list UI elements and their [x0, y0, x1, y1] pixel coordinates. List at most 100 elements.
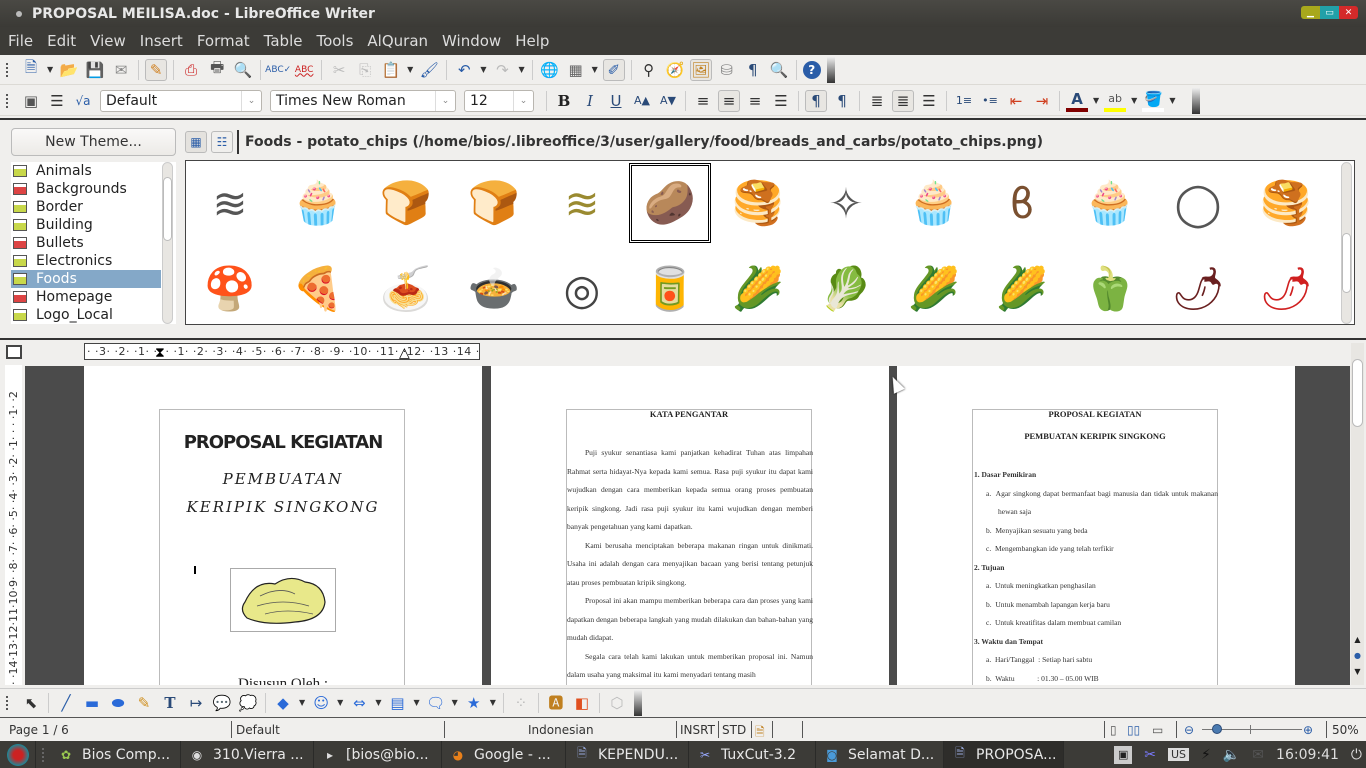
styles-formatting-icon[interactable]: ▣ — [20, 90, 42, 112]
align-center-icon[interactable]: ≡ — [718, 89, 740, 112]
theme-list-scrollbar[interactable] — [162, 162, 173, 324]
block-arrows-icon[interactable]: ⇔ — [348, 692, 370, 714]
taskbar-task[interactable]: ◙ Selamat D... — [816, 741, 944, 768]
stars-dropdown[interactable]: ▼ — [490, 698, 496, 707]
gallery-splitter[interactable] — [0, 334, 1366, 340]
navigation-button[interactable]: ● — [1352, 651, 1363, 663]
gallery-item-muffin-outline[interactable]: 🧁 — [1069, 163, 1151, 243]
page-style[interactable]: Default — [236, 723, 280, 737]
taskbar-task[interactable]: ▸ [bios@bio... — [314, 741, 442, 768]
icon-view-button[interactable]: ▦ — [185, 131, 207, 153]
formula-icon[interactable]: √a — [72, 90, 94, 112]
menu-help[interactable]: Help — [515, 32, 549, 50]
detailed-view-button[interactable]: ☷ — [211, 131, 233, 153]
power-icon[interactable]: ⚡ — [1201, 747, 1211, 763]
zoom-out-icon[interactable]: ⊖ — [1184, 723, 1194, 737]
vertical-ruler[interactable]: · ·14·13·12·11·10·9· ·8· ·7· ·6· ·5· ·4·… — [5, 365, 22, 685]
theme-item[interactable]: Logo_Local — [11, 306, 161, 324]
taskbar-task[interactable]: 🗎 KEPENDU... — [566, 741, 689, 768]
menu-insert[interactable]: Insert — [140, 32, 183, 50]
gallery-icon[interactable]: 🖼 — [689, 58, 712, 81]
menu-window[interactable]: Window — [442, 32, 501, 50]
freeform-icon[interactable]: ✎ — [133, 692, 155, 714]
taskbar-grip[interactable] — [42, 747, 50, 762]
dimension-icon[interactable]: ↦ — [185, 692, 207, 714]
gallery-item-chili-dark[interactable]: 🌶 — [1157, 249, 1239, 324]
decrease-font-icon[interactable]: A▼ — [657, 90, 679, 112]
block-arrows-dropdown[interactable]: ▼ — [375, 698, 381, 707]
paste-dropdown[interactable]: ▼ — [407, 65, 413, 74]
theme-item[interactable]: Backgrounds — [11, 180, 161, 198]
scrollbar-thumb[interactable] — [163, 177, 172, 241]
extrusion-icon[interactable]: ◧ — [571, 692, 593, 714]
flowchart-icon[interactable]: ▤ — [386, 692, 408, 714]
save-icon[interactable]: 💾 — [84, 59, 106, 81]
tuxcut-tray-icon[interactable]: ✂ — [1144, 747, 1156, 763]
maximize-button[interactable]: ▭ — [1320, 6, 1339, 19]
underline-button[interactable]: U — [605, 90, 627, 112]
redo-icon[interactable]: ↷ — [491, 59, 513, 81]
new-icon[interactable]: 🗎 — [20, 58, 42, 81]
undo-dropdown[interactable]: ▼ — [480, 65, 486, 74]
table-dropdown[interactable]: ▼ — [592, 65, 598, 74]
redo-dropdown[interactable]: ▼ — [518, 65, 524, 74]
zoom-level[interactable]: 50% — [1332, 723, 1359, 737]
hyperlink-icon[interactable]: 🌐 — [539, 59, 561, 81]
theme-item[interactable]: Bullets — [11, 234, 161, 252]
tab-stop-selector[interactable] — [6, 345, 22, 359]
gallery-item-spaghetti[interactable]: 🍝 — [365, 249, 447, 324]
email-icon[interactable]: ✉ — [110, 59, 132, 81]
gallery-item-shredded-cheese[interactable]: ≋ — [189, 163, 271, 243]
callouts-dropdown[interactable]: ▼ — [452, 698, 458, 707]
open-icon[interactable]: 📂 — [58, 59, 80, 81]
volume-icon[interactable]: 🔈 — [1223, 747, 1240, 763]
font-color-dropdown[interactable]: ▼ — [1093, 96, 1099, 105]
theme-item-selected[interactable]: Foods — [11, 270, 161, 288]
zoom-in-icon[interactable]: ⊕ — [1303, 723, 1313, 737]
menu-table[interactable]: Table — [264, 32, 303, 50]
gallery-item-hash-browns[interactable]: ≋ — [541, 163, 623, 243]
data-sources-icon[interactable]: ⛁ — [716, 59, 738, 81]
gallery-item-corn-yellow[interactable]: 🌽 — [893, 249, 975, 324]
theme-item[interactable]: Animals — [11, 162, 161, 180]
align-left-icon[interactable]: ≡ — [692, 90, 714, 112]
chevron-down-icon[interactable]: ⌄ — [435, 90, 455, 111]
gallery-item-cabbage[interactable]: 🥬 — [805, 249, 887, 324]
export-pdf-icon[interactable]: ⎙ — [180, 59, 202, 81]
font-name-select[interactable]: Times New Roman ⌄ — [270, 89, 456, 112]
horizontal-ruler[interactable]: · ·3· ·2· ·1· · · ·1· ·2· ·3· ·4· ·5· ·6… — [84, 343, 480, 360]
chevron-down-icon[interactable]: ⌄ — [513, 90, 533, 111]
cover-image-potato-chips[interactable] — [230, 568, 336, 632]
help-icon[interactable]: ? — [802, 60, 821, 79]
taskbar-task[interactable]: ✿ Bios Comp... — [50, 741, 181, 768]
gallery-item-muffin-yellow[interactable]: 🧁 — [893, 163, 975, 243]
points-icon[interactable]: ⁘ — [510, 692, 532, 714]
symbol-shapes-dropdown[interactable]: ▼ — [337, 698, 343, 707]
undo-icon[interactable]: ↶ — [453, 59, 475, 81]
gallery-item-corn-outline[interactable]: 🌽 — [981, 249, 1063, 324]
gallery-item-donut-outline[interactable]: ◯ — [1157, 163, 1239, 243]
align-right-icon[interactable]: ≡ — [744, 90, 766, 112]
menu-alquran[interactable]: AlQuran — [367, 32, 428, 50]
background-color-dropdown[interactable]: ▼ — [1169, 96, 1175, 105]
print-icon[interactable]: 🖶 — [206, 58, 228, 81]
zoom-icon[interactable]: 🔍 — [768, 59, 790, 81]
gallery-item-chili-red[interactable]: 🌶 — [1245, 249, 1327, 324]
justify-icon[interactable]: ☰ — [770, 90, 792, 112]
font-color-icon[interactable]: A — [1066, 90, 1088, 112]
find-replace-icon[interactable]: ⚲ — [638, 59, 660, 81]
paragraph-style-select[interactable]: Default ⌄ — [100, 89, 262, 112]
book-view-icon[interactable]: ▭ — [1152, 723, 1163, 737]
autospellcheck-icon[interactable]: ABC — [293, 59, 315, 81]
gallery-item-pancakes[interactable]: 🥞 — [717, 163, 799, 243]
fontwork-icon[interactable]: 🅰 — [545, 692, 567, 714]
copy-icon[interactable]: ⎘ — [354, 59, 376, 81]
close-button[interactable]: ✕ — [1339, 6, 1358, 19]
network-icon[interactable]: ▣ — [1114, 745, 1133, 764]
toolbar-grip[interactable] — [6, 695, 10, 710]
increase-indent-icon[interactable]: ⇥ — [1031, 90, 1053, 112]
zoom-slider[interactable] — [1202, 724, 1302, 734]
menu-file[interactable]: File — [8, 32, 33, 50]
navigator-icon[interactable]: 🧭 — [664, 59, 686, 81]
basic-shapes-icon[interactable]: ◆ — [272, 692, 294, 714]
